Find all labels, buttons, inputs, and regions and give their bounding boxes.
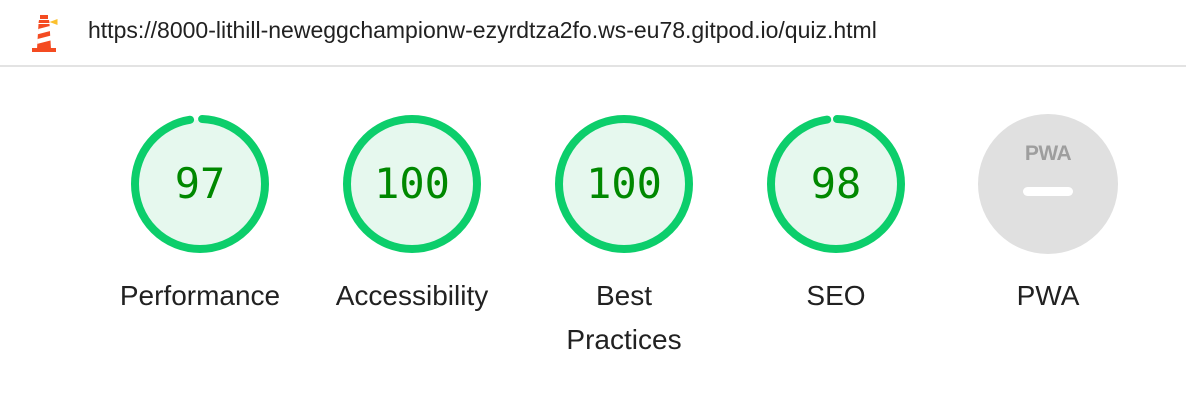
pwa-not-applicable-bar bbox=[1023, 187, 1073, 196]
gauge-pwa[interactable]: PWA bbox=[976, 112, 1120, 256]
label-seo: SEO bbox=[806, 280, 866, 311]
score-seo: 98 bbox=[810, 159, 862, 208]
gauge-pwa-background bbox=[978, 114, 1118, 254]
gauge-accessibility[interactable]: 100 bbox=[340, 112, 484, 256]
label-best-practices-line1: Best bbox=[595, 280, 653, 311]
label-best-practices-line2: Practices bbox=[566, 324, 682, 355]
gauge-seo[interactable]: 98 bbox=[764, 112, 908, 256]
label-pwa: PWA bbox=[1016, 280, 1080, 311]
label-best-practices: Best Practices bbox=[524, 274, 724, 362]
label-performance: Performance bbox=[119, 280, 281, 311]
gauge-best-practices[interactable]: 100 bbox=[552, 112, 696, 256]
report-header: https://8000-lithill-neweggchampionw-ezy… bbox=[0, 0, 1186, 67]
score-best-practices: 100 bbox=[586, 159, 662, 208]
page-url: https://8000-lithill-neweggchampionw-ezy… bbox=[88, 17, 877, 43]
lighthouse-icon bbox=[32, 15, 58, 52]
score-performance: 97 bbox=[174, 159, 226, 208]
gauge-performance[interactable]: 97 bbox=[128, 112, 272, 256]
label-accessibility: Accessibility bbox=[335, 280, 489, 311]
pwa-badge-icon: PWA bbox=[1025, 142, 1072, 165]
score-accessibility: 100 bbox=[374, 159, 450, 208]
